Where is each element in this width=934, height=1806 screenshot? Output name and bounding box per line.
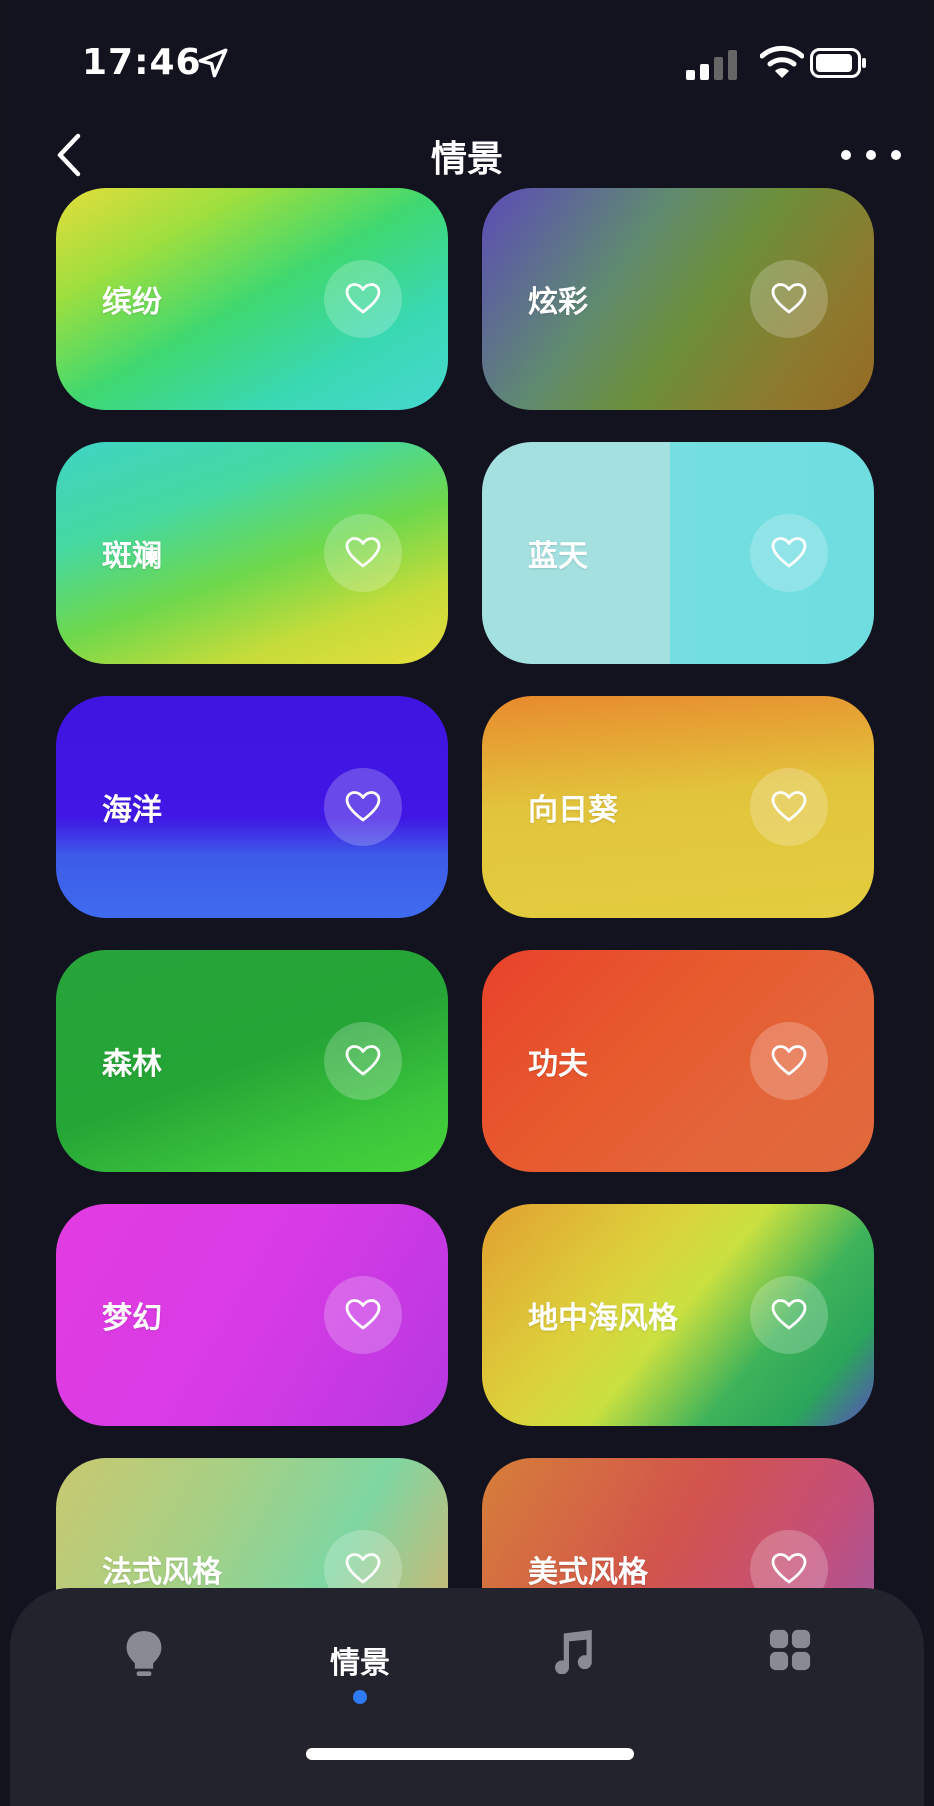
heart-icon [771,537,807,568]
scene-card-dizhonghai[interactable]: 地中海风格 [482,1204,874,1426]
scene-card-haiyang[interactable]: 海洋 [56,696,448,918]
scene-card-gongfu[interactable]: 功夫 [482,950,874,1172]
scene-label: 炫彩 [528,285,588,320]
tab-more[interactable] [730,1628,850,1718]
tab-scenes[interactable]: 情景 [300,1618,420,1708]
favorite-button[interactable] [750,1022,828,1100]
favorite-button[interactable] [750,1276,828,1354]
app-screen: 17:46 情景 缤纷 炫彩 斑斓 蓝天 海洋 向日葵 森林 功夫 梦幻 地中海… [10,0,924,1806]
favorite-button[interactable] [324,260,402,338]
bottom-tab-bar: 情景 [10,1588,924,1806]
heart-icon [345,1553,381,1584]
scene-label: 功夫 [528,1047,588,1082]
tab-lights[interactable] [84,1628,204,1718]
bulb-icon [126,1631,162,1676]
grid-icon [769,1629,811,1671]
scene-card-bingfen[interactable]: 缤纷 [56,188,448,410]
tab-scenes-label: 情景 [330,1646,390,1681]
scene-label: 美式风格 [528,1555,648,1590]
scene-grid: 缤纷 炫彩 斑斓 蓝天 海洋 向日葵 森林 功夫 梦幻 地中海风格 法式风格 美… [10,0,924,1806]
heart-icon [345,791,381,822]
scene-card-xuancai[interactable]: 炫彩 [482,188,874,410]
heart-icon [771,1553,807,1584]
heart-icon [771,1299,807,1330]
scene-card-menghuan[interactable]: 梦幻 [56,1204,448,1426]
heart-icon [771,791,807,822]
heart-icon [771,1045,807,1076]
scene-label: 地中海风格 [528,1301,678,1336]
scene-label: 森林 [102,1047,162,1082]
scene-card-xiangrikui[interactable]: 向日葵 [482,696,874,918]
scene-card-banlan[interactable]: 斑斓 [56,442,448,664]
favorite-button[interactable] [750,260,828,338]
scene-label: 斑斓 [102,539,162,574]
home-indicator[interactable] [306,1748,634,1760]
scene-label: 海洋 [102,793,162,828]
favorite-button[interactable] [750,768,828,846]
heart-icon [345,1299,381,1330]
heart-icon [771,283,807,314]
favorite-button[interactable] [324,768,402,846]
scene-label: 向日葵 [528,793,618,828]
favorite-button[interactable] [750,514,828,592]
scene-card-lantian[interactable]: 蓝天 [482,442,874,664]
scene-label: 缤纷 [102,285,162,320]
favorite-button[interactable] [324,514,402,592]
active-tab-indicator [353,1690,367,1704]
music-icon [555,1630,592,1674]
scene-label: 法式风格 [102,1555,222,1590]
heart-icon [345,283,381,314]
favorite-button[interactable] [324,1022,402,1100]
scene-label: 梦幻 [102,1301,162,1336]
scene-label: 蓝天 [528,539,588,574]
tab-music[interactable] [516,1628,636,1718]
heart-icon [345,537,381,568]
scene-card-senlin[interactable]: 森林 [56,950,448,1172]
heart-icon [345,1045,381,1076]
favorite-button[interactable] [324,1276,402,1354]
